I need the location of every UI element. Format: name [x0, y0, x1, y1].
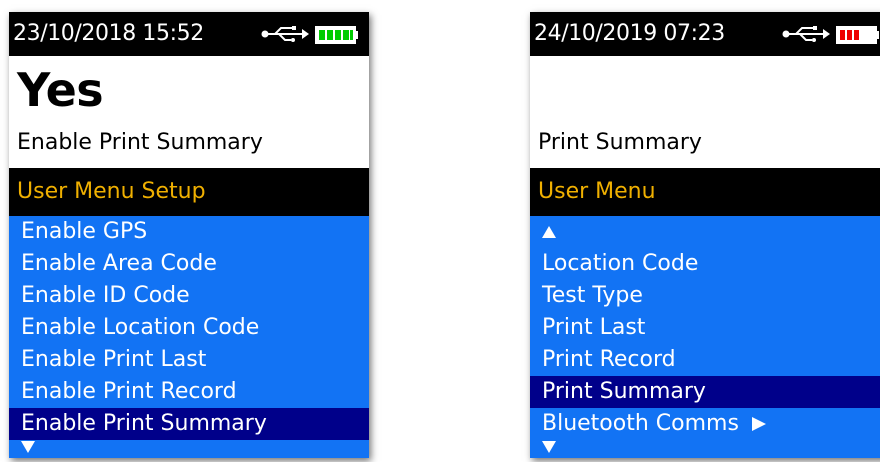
- usb-icon: [261, 26, 309, 42]
- menu-item-enable-gps[interactable]: Enable GPS: [9, 216, 369, 248]
- menu-item-print-record[interactable]: Print Record: [530, 344, 880, 376]
- right-triangle-icon: [751, 417, 766, 431]
- device-screen-right: 24/10/2019 07:23 Print Summary User Menu: [530, 12, 880, 458]
- status-bar: 23/10/2018 15:52: [9, 12, 369, 56]
- menu-item-enable-area-code[interactable]: Enable Area Code: [9, 248, 369, 280]
- usb-icon: [782, 26, 830, 42]
- scroll-down-indicator[interactable]: [530, 436, 880, 458]
- down-triangle-icon: [542, 441, 556, 453]
- menu-title: User Menu Setup: [9, 168, 369, 216]
- battery-full-icon: [315, 26, 358, 44]
- value-panel: Yes Enable Print Summary: [9, 56, 369, 168]
- menu-item-location-code[interactable]: Location Code: [530, 248, 880, 280]
- value-panel: Print Summary: [530, 56, 880, 168]
- menu-list: Enable GPS Enable Area Code Enable ID Co…: [9, 216, 369, 458]
- current-value: Yes: [17, 63, 104, 117]
- menu-item-enable-id-code[interactable]: Enable ID Code: [9, 280, 369, 312]
- battery-low-icon: [836, 26, 879, 44]
- scroll-up-indicator[interactable]: [530, 218, 880, 246]
- menu-item-label: Bluetooth Comms: [542, 411, 739, 436]
- down-triangle-icon: [21, 441, 35, 453]
- status-bar: 24/10/2019 07:23: [530, 12, 880, 56]
- scroll-down-indicator[interactable]: [9, 436, 369, 458]
- datetime-readout: 23/10/2018 15:52: [13, 21, 204, 46]
- menu-item-print-last[interactable]: Print Last: [530, 312, 880, 344]
- device-screen-left: 23/10/2018 15:52 Yes Enable Print Summar…: [9, 12, 369, 458]
- up-triangle-icon: [542, 226, 556, 238]
- menu-item-test-type[interactable]: Test Type: [530, 280, 880, 312]
- menu-item-enable-print-last[interactable]: Enable Print Last: [9, 344, 369, 376]
- menu-item-print-summary[interactable]: Print Summary: [530, 376, 880, 408]
- menu-title: User Menu: [530, 168, 880, 216]
- menu-item-enable-location-code[interactable]: Enable Location Code: [9, 312, 369, 344]
- menu-item-enable-print-record[interactable]: Enable Print Record: [9, 376, 369, 408]
- menu-list: Location Code Test Type Print Last Print…: [530, 216, 880, 458]
- value-description: Print Summary: [538, 130, 702, 155]
- value-description: Enable Print Summary: [17, 130, 263, 155]
- datetime-readout: 24/10/2019 07:23: [534, 21, 725, 46]
